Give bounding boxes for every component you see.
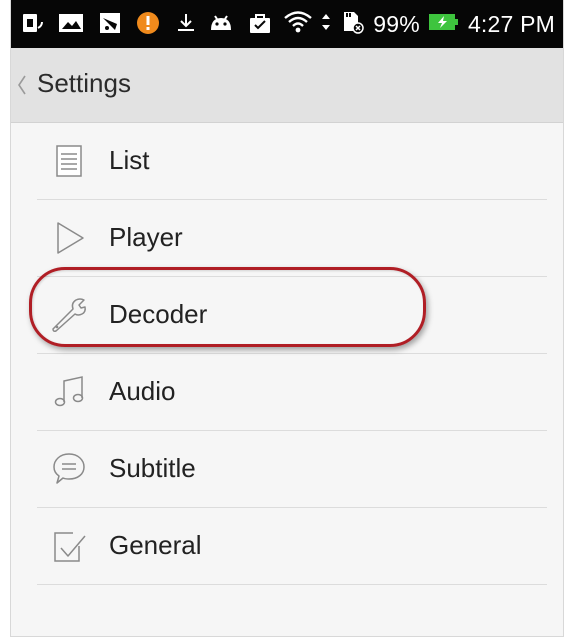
play-icon: [49, 218, 89, 258]
settings-item-label: General: [109, 530, 202, 560]
settings-item-label: Audio: [109, 376, 176, 406]
sim-card-icon: [19, 10, 45, 41]
warning-icon: [135, 10, 161, 41]
chevron-left-icon[interactable]: [15, 72, 29, 98]
download-icon: [173, 10, 199, 41]
settings-item-player[interactable]: Player: [37, 200, 547, 277]
wifi-icon: [283, 9, 313, 40]
settings-item-subtitle[interactable]: Subtitle: [37, 431, 547, 508]
page-title[interactable]: Settings: [37, 68, 131, 99]
screen-frame: 99% 4:27 PM Settings List Player Decoder…: [10, 0, 564, 637]
list-icon: [49, 141, 89, 181]
settings-item-label: List: [109, 145, 150, 175]
status-right: 99% 4:27 PM: [283, 0, 555, 48]
settings-item-label: Decoder: [109, 299, 208, 329]
music-note-icon: [49, 372, 89, 412]
wrench-icon: [49, 295, 89, 335]
settings-item-label: Subtitle: [109, 453, 196, 483]
settings-item-decoder[interactable]: Decoder: [37, 277, 547, 354]
checkbox-icon: [49, 526, 89, 566]
shopping-bag-icon: [247, 10, 273, 41]
clock: 4:27 PM: [467, 10, 555, 37]
settings-item-label: Player: [109, 222, 183, 252]
status-bar: 99% 4:27 PM: [11, 0, 563, 48]
settings-item-list[interactable]: List: [37, 123, 547, 200]
android-icon: [207, 10, 235, 41]
settings-item-audio[interactable]: Audio: [37, 354, 547, 431]
chat-bubble-icon: [49, 449, 89, 489]
data-transfer-icon: [321, 9, 331, 40]
image-icon: [57, 10, 85, 41]
battery-percent: 99%: [373, 10, 420, 37]
battery-charging-icon: [428, 9, 460, 40]
settings-item-general[interactable]: General: [37, 508, 547, 585]
sd-card-icon: [339, 9, 365, 40]
app-bar: Settings: [11, 48, 563, 123]
screenshot-icon: [97, 10, 123, 41]
